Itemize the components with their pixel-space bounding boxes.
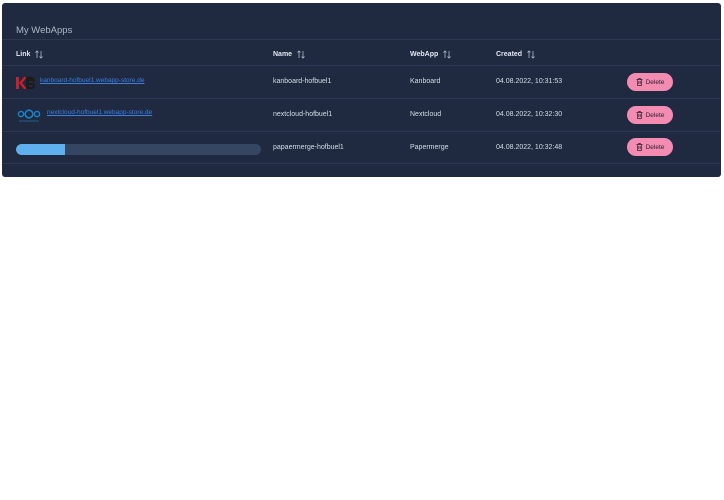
webapp-type: Papermerge — [410, 144, 449, 151]
column-header-webapp[interactable]: WebApp — [410, 50, 452, 59]
delete-button[interactable]: Delete — [627, 106, 673, 124]
webapp-name: nextcloud-hofbuel1 — [273, 111, 333, 118]
trash-icon — [636, 111, 643, 119]
nextcloud-logo — [17, 109, 41, 122]
column-header-label: Name — [273, 51, 293, 58]
webapp-created: 04.08.2022, 10:32:48 — [496, 144, 563, 151]
trash-icon — [636, 78, 643, 86]
deployment-progress-bar — [16, 144, 261, 155]
sort-arrows-icon[interactable] — [35, 50, 44, 59]
sort-arrows-icon[interactable] — [443, 50, 452, 59]
divider — [2, 39, 721, 40]
column-header-link[interactable]: Link — [16, 50, 44, 59]
divider — [2, 163, 721, 164]
sort-arrows-icon[interactable] — [527, 50, 535, 59]
divider — [2, 98, 721, 99]
trash-icon — [636, 143, 643, 151]
card-title: My WebApps — [16, 25, 73, 36]
column-header-label: WebApp — [410, 51, 439, 58]
column-header-name[interactable]: Name — [273, 50, 305, 59]
progress-fill — [16, 144, 65, 155]
divider — [2, 65, 721, 66]
delete-label: Delete — [645, 111, 665, 119]
delete-label: Delete — [645, 143, 665, 151]
column-header-created[interactable]: Created — [496, 50, 535, 59]
column-header-label: Link — [16, 51, 31, 58]
webapp-created: 04.08.2022, 10:31:53 — [496, 78, 563, 85]
webapp-name: kanboard-hofbuel1 — [273, 78, 332, 85]
webapp-type: Kanboard — [410, 78, 441, 85]
webapp-name: papaermerge-hofbuel1 — [273, 144, 344, 151]
delete-button[interactable]: Delete — [627, 73, 673, 91]
kanboard-logo — [16, 77, 35, 89]
divider — [2, 131, 721, 132]
webapps-card: My WebApps Link Name WebApp Created kanb… — [2, 3, 721, 177]
webapp-link[interactable]: kanboard-hofbuel1.webapp-store.de — [40, 77, 144, 84]
delete-label: Delete — [645, 78, 665, 86]
column-header-label: Created — [496, 51, 523, 58]
delete-button[interactable]: Delete — [627, 138, 673, 156]
sort-arrows-icon[interactable] — [297, 50, 305, 59]
webapp-type: Nextcloud — [410, 111, 442, 118]
webapp-link[interactable]: nextcloud-hofbuel1.webapp-store.de — [47, 109, 152, 116]
webapp-created: 04.08.2022, 10:32:30 — [496, 111, 563, 118]
